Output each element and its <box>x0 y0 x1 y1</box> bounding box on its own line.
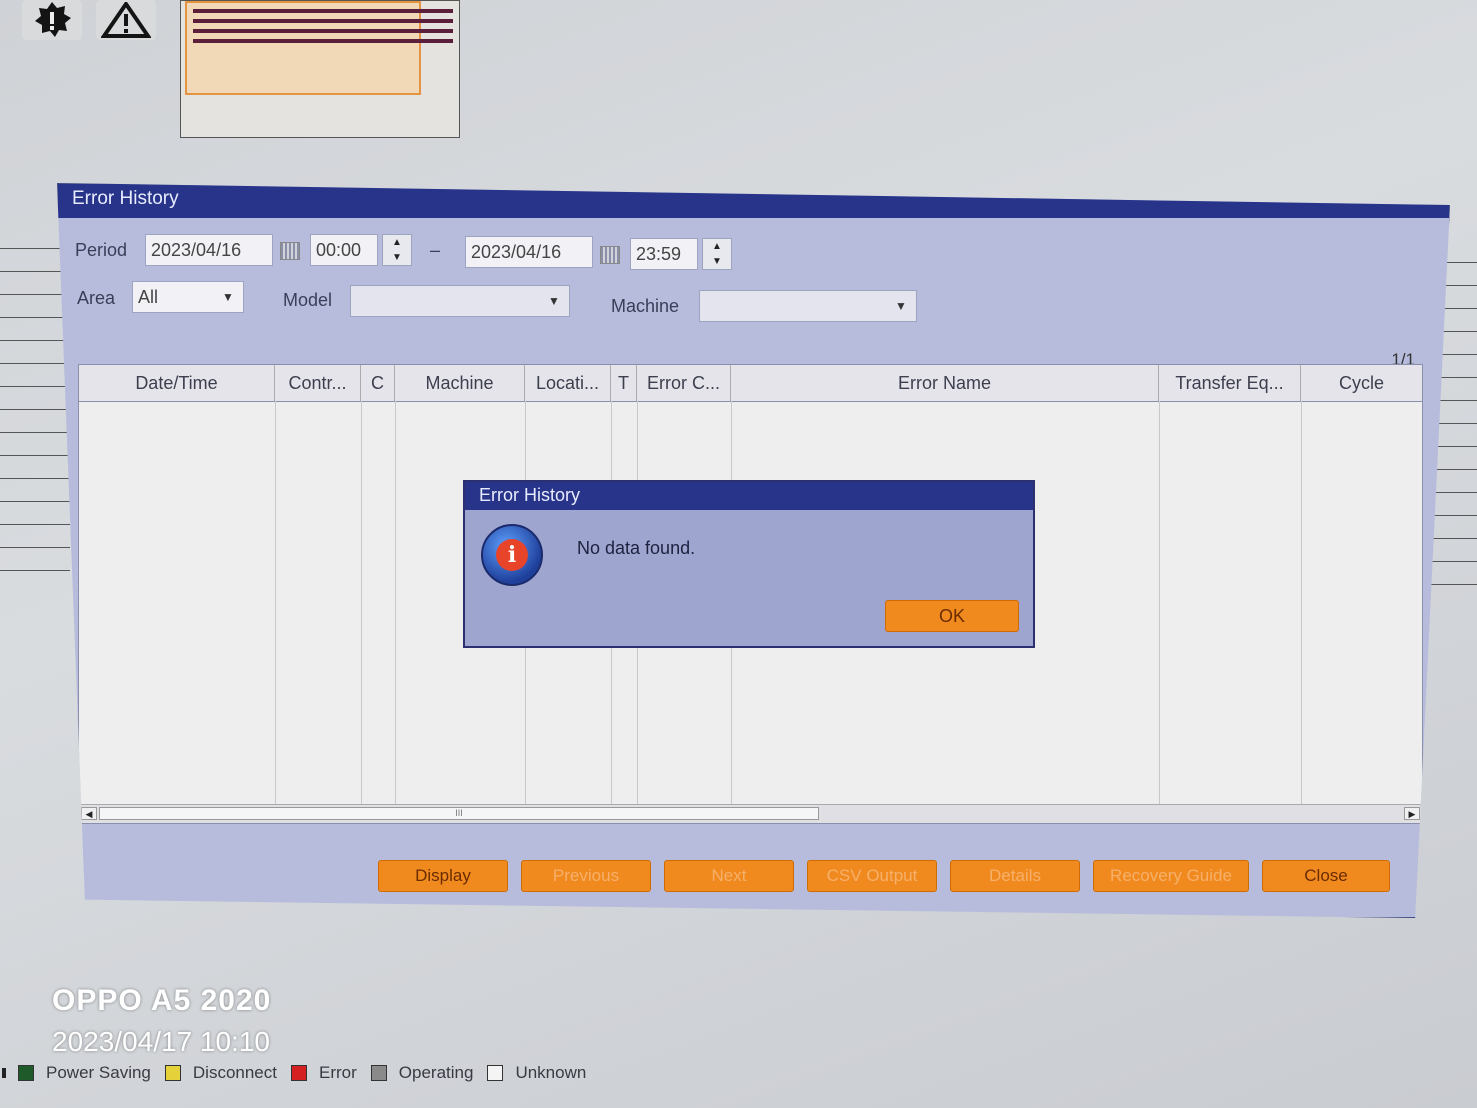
column-header-machine[interactable]: Machine <box>395 365 525 401</box>
next-button[interactable]: Next <box>664 860 794 892</box>
spin-down-icon[interactable]: ▼ <box>392 252 402 263</box>
column-header-error-code[interactable]: Error C... <box>637 365 731 401</box>
recovery-guide-button[interactable]: Recovery Guide <box>1093 860 1249 892</box>
legend-swatch <box>487 1065 504 1081</box>
legend-label: Unknown <box>515 1063 587 1082</box>
model-select[interactable]: ▼ <box>350 285 570 317</box>
preview-line <box>193 29 453 33</box>
photo-watermark-device: OPPO A5 2020 <box>52 984 272 1017</box>
details-button[interactable]: Details <box>950 860 1080 892</box>
legend-label: Operating <box>398 1063 474 1082</box>
start-time-spinner[interactable]: ▲ ▼ <box>382 234 412 266</box>
legend-label: Disconnect <box>192 1063 277 1082</box>
period-label: Period <box>75 240 128 260</box>
end-time-spinner[interactable]: ▲ ▼ <box>702 238 732 270</box>
gear-icon[interactable] <box>22 0 82 40</box>
machine-select[interactable]: ▼ <box>699 290 917 322</box>
column-divider <box>395 401 396 806</box>
spin-up-icon[interactable]: ▲ <box>712 241 722 252</box>
info-dialog: Error History i No data found. OK <box>463 480 1035 648</box>
start-time-field[interactable]: 00:00 <box>310 234 378 266</box>
column-header-date-time[interactable]: Date/Time <box>79 365 275 401</box>
chevron-down-icon[interactable]: ▼ <box>217 286 239 308</box>
calendar-icon[interactable] <box>280 242 300 260</box>
range-separator: – <box>430 240 441 260</box>
scroll-left-icon[interactable]: ◀ <box>81 807 97 820</box>
start-date-field[interactable]: 2023/04/16 <box>145 234 273 266</box>
warning-icon[interactable] <box>96 0 156 40</box>
legend-swatch <box>291 1065 307 1081</box>
machine-label: Machine <box>611 296 680 316</box>
column-header-cycle[interactable]: Cycle <box>1301 365 1422 401</box>
area-select[interactable]: All ▼ <box>132 281 244 313</box>
previous-button[interactable]: Previous <box>521 860 651 892</box>
chevron-down-icon[interactable]: ▼ <box>543 290 565 312</box>
legend-swatch <box>18 1065 34 1081</box>
legend-item-power-saving: Power Saving <box>18 1063 151 1083</box>
legend-item-error: Error <box>291 1063 357 1083</box>
preview-line <box>193 9 453 13</box>
scroll-right-icon[interactable]: ▶ <box>1404 807 1420 820</box>
column-divider <box>1301 401 1302 806</box>
column-header-controller[interactable]: Contr... <box>275 365 361 401</box>
column-header-location[interactable]: Locati... <box>525 365 611 401</box>
legend-edge-mark <box>2 1068 6 1078</box>
scrollbar-thumb[interactable]: III <box>99 807 819 820</box>
area-label: Area <box>77 288 116 308</box>
preview-line <box>193 39 453 43</box>
dialog-title: Error History <box>465 482 1033 510</box>
legend-item-disconnect: Disconnect <box>164 1063 277 1083</box>
legend-label: Power Saving <box>46 1063 151 1082</box>
chevron-down-icon[interactable]: ▼ <box>890 295 912 317</box>
gear-icon-glyph <box>35 2 71 37</box>
calendar-icon[interactable] <box>600 246 620 264</box>
column-divider <box>361 401 362 806</box>
legend-item-operating: Operating <box>370 1063 474 1083</box>
column-header-t[interactable]: T <box>611 365 637 401</box>
ok-button[interactable]: OK <box>885 600 1019 632</box>
close-button[interactable]: Close <box>1262 860 1390 892</box>
table-header: Date/Time Contr... C Machine Locati... T… <box>79 365 1422 402</box>
area-select-value: All <box>138 287 159 307</box>
column-header-c[interactable]: C <box>361 365 395 401</box>
legend-item-unknown: Unknown <box>487 1063 586 1083</box>
status-legend: Power Saving Disconnect Error Operating … <box>0 1058 600 1088</box>
spin-up-icon[interactable]: ▲ <box>392 237 402 248</box>
end-time-field[interactable]: 23:59 <box>630 238 698 270</box>
legend-swatch <box>164 1065 181 1081</box>
layout-preview-thumbnail[interactable] <box>180 0 460 138</box>
column-header-error-name[interactable]: Error Name <box>731 365 1159 401</box>
display-button[interactable]: Display <box>378 860 508 892</box>
column-divider <box>1159 401 1160 806</box>
photo-watermark-timestamp: 2023/04/17 10:10 <box>52 1026 270 1057</box>
horizontal-scrollbar[interactable]: ◀ III ▶ <box>79 804 1422 823</box>
preview-line <box>193 19 453 23</box>
warning-triangle-icon <box>101 2 151 38</box>
window-title: Error History <box>58 184 1449 218</box>
dialog-message: No data found. <box>577 538 696 558</box>
layout-preview-highlight <box>185 1 421 95</box>
left-background-lines <box>0 248 70 593</box>
legend-label: Error <box>319 1063 357 1082</box>
end-date-field[interactable]: 2023/04/16 <box>465 236 593 268</box>
legend-swatch <box>370 1065 387 1081</box>
column-divider <box>275 401 276 806</box>
column-header-transfer-equipment[interactable]: Transfer Eq... <box>1159 365 1301 401</box>
spin-down-icon[interactable]: ▼ <box>712 256 722 267</box>
info-icon: i <box>481 524 543 586</box>
model-label: Model <box>283 290 333 310</box>
csv-output-button[interactable]: CSV Output <box>807 860 937 892</box>
